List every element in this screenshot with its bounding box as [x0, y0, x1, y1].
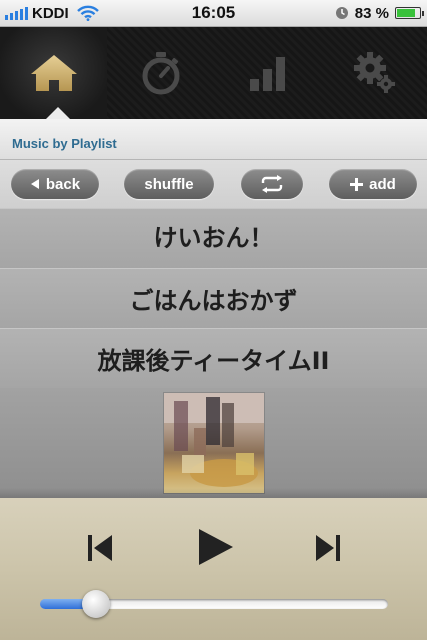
toolbar: back shuffle add: [0, 160, 427, 208]
tab-settings[interactable]: [321, 27, 427, 119]
status-right: 83 %: [335, 0, 424, 26]
artwork-row: [0, 388, 427, 498]
next-icon: [315, 534, 341, 562]
previous-track-button[interactable]: [82, 528, 118, 568]
back-arrow-icon: [30, 178, 40, 190]
album-artwork[interactable]: [164, 393, 264, 493]
home-icon: [29, 53, 79, 93]
back-button-label: back: [45, 175, 81, 193]
repeat-icon: [259, 175, 285, 193]
battery-icon: [395, 7, 424, 19]
list-item[interactable]: 放課後ティータイムII: [0, 328, 427, 389]
repeat-button[interactable]: [241, 169, 303, 199]
gear-icon: [353, 51, 397, 95]
tab-stats[interactable]: [214, 27, 321, 119]
progress-slider-thumb[interactable]: [82, 590, 111, 618]
playlist-list: けいおん！ ごはんはおかず 放課後ティータイムII: [0, 208, 427, 498]
list-item-title: 放課後ティータイムII: [97, 346, 330, 375]
list-item-title: けいおん！: [153, 223, 274, 252]
back-button[interactable]: back: [11, 169, 99, 199]
shuffle-button-label: shuffle: [144, 175, 194, 193]
shuffle-button[interactable]: shuffle: [124, 169, 214, 199]
list-bottom-shadow: [0, 488, 427, 498]
status-bar: KDDI 16:05 83 %: [0, 0, 427, 27]
page-title: Music by Playlist: [12, 136, 117, 151]
tab-timer[interactable]: [107, 27, 214, 119]
player-controls: [0, 498, 427, 640]
tab-bar: [0, 27, 427, 120]
play-button[interactable]: [190, 522, 240, 572]
tab-home[interactable]: [0, 27, 107, 120]
add-button[interactable]: add: [329, 169, 417, 199]
play-icon: [195, 527, 235, 567]
bar-chart-icon: [248, 53, 288, 93]
list-item-title: ごはんはおかず: [129, 286, 298, 315]
stopwatch-icon: [141, 51, 181, 95]
clock-icon: [335, 6, 349, 20]
page-header: Music by Playlist: [0, 119, 427, 160]
plus-icon: [350, 177, 364, 191]
list-item[interactable]: ごはんはおかず: [0, 268, 427, 329]
battery-percent: 83 %: [354, 4, 389, 22]
album-artwork-image: [164, 393, 264, 487]
next-track-button[interactable]: [310, 528, 346, 568]
list-item[interactable]: けいおん！: [0, 208, 427, 269]
previous-icon: [87, 534, 113, 562]
add-button-label: add: [369, 175, 396, 193]
battery-fill: [397, 9, 416, 17]
